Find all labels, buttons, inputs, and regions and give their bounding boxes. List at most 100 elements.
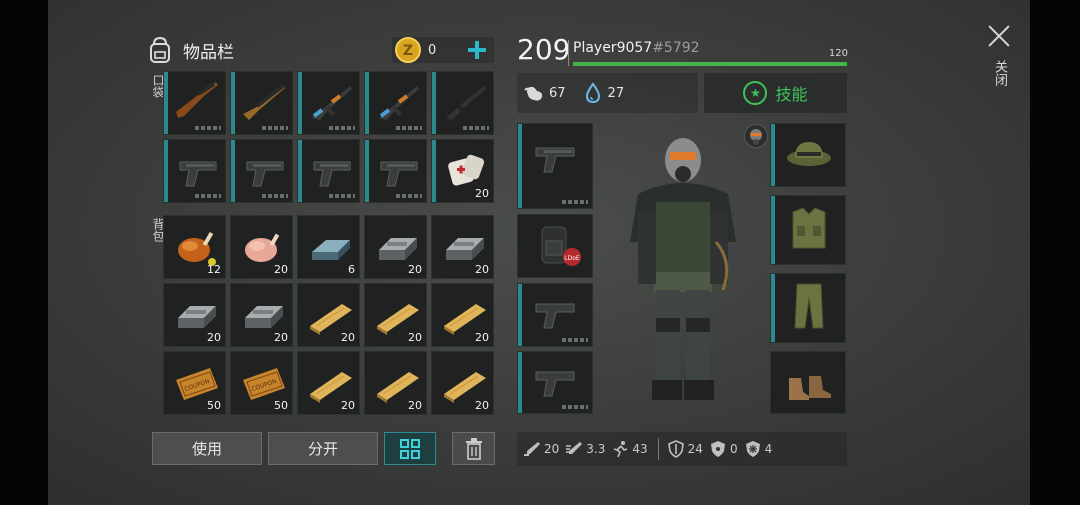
item-quantity: 20 (341, 331, 355, 344)
xp-max: 120 (828, 48, 848, 59)
equip-slot-secondary[interactable] (517, 283, 593, 347)
pocket-label: 口袋 (151, 74, 165, 98)
item-quantity: 50 (207, 399, 221, 412)
equip-slot-primary[interactable] (517, 123, 593, 209)
water-drop-icon (585, 82, 600, 104)
item-quantity: 20 (274, 331, 288, 344)
equip-slot-feet[interactable] (770, 351, 846, 414)
pocket-grid: 20 (163, 71, 494, 203)
pocket-slot[interactable] (364, 139, 427, 203)
trash-icon (465, 437, 482, 460)
survival-status: 67 27 (517, 73, 698, 113)
food-value: 67 (549, 85, 566, 101)
item-quantity: 20 (475, 399, 489, 412)
cold-stat: 4 (744, 440, 773, 458)
tactical-backpack-icon: LDoE (541, 226, 581, 266)
durability-dots (195, 194, 221, 198)
backpack-slot[interactable]: 20 (364, 351, 427, 415)
radiation-shield-icon (710, 441, 725, 457)
pocket-slot[interactable] (230, 71, 293, 135)
backpack-slot[interactable]: COUPON 50 (230, 351, 293, 415)
attack-speed-stat: 3.3 (565, 440, 605, 458)
pocket-slot[interactable] (163, 139, 226, 203)
equip-slot-tertiary[interactable] (517, 351, 593, 414)
player-level: 209 (517, 33, 571, 66)
durability-dots (195, 126, 221, 130)
backpack-slot[interactable]: COUPON 50 (163, 351, 226, 415)
backpack-slot[interactable]: 6 (297, 215, 360, 279)
stats-divider (657, 438, 659, 460)
pocket-slot[interactable] (230, 139, 293, 203)
backpack-slot[interactable]: 20 (297, 283, 360, 347)
backpack-slot[interactable]: 20 (431, 283, 494, 347)
pocket-slot[interactable] (364, 71, 427, 135)
pocket-slot[interactable] (163, 71, 226, 135)
svg-text:LDoE: LDoE (564, 255, 580, 262)
sword-icon (524, 442, 540, 456)
player-name: Player9057#5792 (573, 40, 700, 56)
pocket-slot[interactable] (297, 139, 360, 203)
grid-icon (400, 438, 420, 459)
pocket-slot[interactable]: 20 (431, 139, 494, 203)
backpack-slot[interactable]: 20 (297, 351, 360, 415)
backpack-icon (150, 36, 170, 63)
letterbox-right (1030, 0, 1080, 505)
pocket-slot[interactable] (431, 71, 494, 135)
item-quantity: 20 (408, 331, 422, 344)
steel-ingot-icon (312, 240, 350, 260)
tactical-vest-icon (792, 207, 826, 249)
cold-value: 4 (764, 442, 773, 456)
snowflake-shield-icon (745, 441, 760, 457)
durability-dots (329, 126, 355, 130)
divider (568, 40, 569, 66)
armor-stat: 24 (667, 440, 703, 458)
assault-rifle-camo-icon (379, 86, 419, 120)
letterbox-left (0, 0, 48, 505)
coin-balance: Z 0 (392, 37, 494, 63)
durability-dots (262, 194, 288, 198)
split-button[interactable]: 分开 (268, 432, 378, 465)
backpack-slot[interactable]: 20 (163, 283, 226, 347)
game-screen: 物品栏 Z 0 口袋 背包 20 12 20 6 20 20 20 20 20 20 20 COUP… (0, 0, 1080, 505)
running-icon (614, 441, 628, 458)
item-quantity: 20 (207, 331, 221, 344)
equip-slot-backpack[interactable]: LDoE (517, 214, 593, 278)
xp-bar-fill (573, 62, 847, 66)
pistol-icon (179, 161, 217, 187)
durability-dots (396, 126, 422, 130)
backpack-slot[interactable]: 20 (431, 215, 494, 279)
equip-slot-legs[interactable] (770, 273, 846, 343)
coin-count: 0 (428, 42, 437, 58)
sort-grid-button[interactable] (384, 432, 436, 465)
discard-button[interactable] (452, 432, 495, 465)
melee-value: 20 (544, 442, 560, 456)
pistol-icon (246, 161, 284, 187)
backpack-slot[interactable]: 20 (431, 351, 494, 415)
add-coins-button[interactable] (466, 39, 488, 61)
radiation-stat: 0 (709, 440, 738, 458)
item-quantity: 20 (274, 263, 288, 276)
backpack-slot[interactable]: 20 (230, 215, 293, 279)
rifle-scoped-icon (176, 82, 218, 118)
close-icon[interactable] (987, 24, 1011, 48)
durability-dots (562, 200, 588, 204)
backpack-slot[interactable]: 20 (230, 283, 293, 347)
coin-icon: Z (395, 37, 421, 63)
backpack-slot[interactable]: 20 (364, 215, 427, 279)
equip-slot-head[interactable] (770, 123, 846, 187)
skills-button[interactable]: ★ 技能 (704, 73, 847, 113)
item-quantity: 20 (408, 399, 422, 412)
use-button[interactable]: 使用 (152, 432, 262, 465)
backpack-slot[interactable]: 12 (163, 215, 226, 279)
pistol-icon (535, 371, 575, 397)
item-quantity: 20 (475, 187, 489, 200)
item-quantity: 6 (348, 263, 355, 276)
durability-dots (562, 338, 588, 342)
close-label[interactable]: 关闭 (990, 60, 1009, 86)
equip-slot-body[interactable] (770, 195, 846, 265)
durability-dots (262, 126, 288, 130)
item-quantity: 20 (341, 399, 355, 412)
backpack-slot[interactable]: 20 (364, 283, 427, 347)
pocket-slot[interactable] (297, 71, 360, 135)
attack-speed-icon (566, 442, 583, 454)
